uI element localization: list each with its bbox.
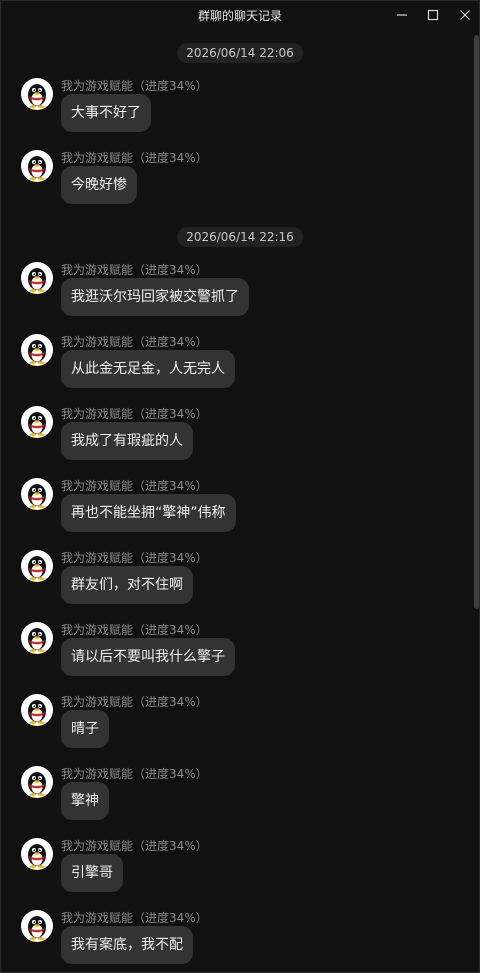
minimize-icon <box>397 14 407 16</box>
avatar[interactable] <box>21 910 53 942</box>
message-item: 我为游戏赋能（进度34%） 我有案底，我不配 <box>1 909 471 973</box>
penguin-avatar-icon <box>28 772 46 796</box>
avatar[interactable] <box>21 78 53 110</box>
sender-name: 我为游戏赋能（进度34%） <box>61 79 208 93</box>
message-item: 我为游戏赋能（进度34%） 群友们，对不住啊 <box>1 549 471 615</box>
message-bubble[interactable]: 我成了有瑕疵的人 <box>61 422 193 460</box>
message-item: 我为游戏赋能（进度34%） 再也不能坐拥“擎神”伟称 <box>1 477 471 543</box>
penguin-avatar-icon <box>28 268 46 292</box>
maximize-icon <box>427 9 439 21</box>
minimize-button[interactable] <box>391 5 413 25</box>
message-bubble[interactable]: 我逛沃尔玛回家被交警抓了 <box>61 278 249 316</box>
penguin-avatar-icon <box>28 412 46 436</box>
timestamp-divider: 2026/06/14 22:06 <box>177 43 303 63</box>
sender-name: 我为游戏赋能（进度34%） <box>61 479 208 493</box>
close-icon <box>460 10 470 20</box>
avatar[interactable] <box>21 766 53 798</box>
message-item: 我为游戏赋能（进度34%） 引擎哥 <box>1 837 471 903</box>
message-bubble[interactable]: 今晚好惨 <box>61 166 137 204</box>
vertical-scrollbar[interactable] <box>474 35 479 609</box>
message-bubble[interactable]: 我有案底，我不配 <box>61 926 193 964</box>
close-button[interactable] <box>454 5 476 25</box>
sender-name: 我为游戏赋能（进度34%） <box>61 151 208 165</box>
penguin-avatar-icon <box>28 556 46 580</box>
sender-name: 我为游戏赋能（进度34%） <box>61 839 208 853</box>
avatar[interactable] <box>21 334 53 366</box>
message-item: 我为游戏赋能（进度34%） 晴子 <box>1 693 471 759</box>
message-bubble[interactable]: 从此金无足金，人无完人 <box>61 350 235 388</box>
penguin-avatar-icon <box>28 84 46 108</box>
title-bar: 群聊的聊天记录 <box>1 1 479 31</box>
avatar[interactable] <box>21 694 53 726</box>
maximize-button[interactable] <box>422 5 444 25</box>
sender-name: 我为游戏赋能（进度34%） <box>61 695 208 709</box>
penguin-avatar-icon <box>28 484 46 508</box>
penguin-avatar-icon <box>28 916 46 940</box>
penguin-avatar-icon <box>28 628 46 652</box>
message-bubble[interactable]: 再也不能坐拥“擎神”伟称 <box>61 494 236 532</box>
sender-name: 我为游戏赋能（进度34%） <box>61 767 208 781</box>
message-bubble[interactable]: 引擎哥 <box>61 854 123 892</box>
avatar[interactable] <box>21 622 53 654</box>
sender-name: 我为游戏赋能（进度34%） <box>61 335 208 349</box>
chat-history-window: 群聊的聊天记录 2026/06/14 22:06 我为游戏赋能（进度34%） 大… <box>0 0 480 973</box>
message-item: 我为游戏赋能（进度34%） 从此金无足金，人无完人 <box>1 333 471 399</box>
message-bubble[interactable]: 请以后不要叫我什么擎子 <box>61 638 235 676</box>
penguin-avatar-icon <box>28 844 46 868</box>
avatar[interactable] <box>21 150 53 182</box>
timestamp-divider: 2026/06/14 22:16 <box>177 227 303 247</box>
sender-name: 我为游戏赋能（进度34%） <box>61 911 208 925</box>
message-bubble[interactable]: 群友们，对不住啊 <box>61 566 193 604</box>
message-item: 我为游戏赋能（进度34%） 我逛沃尔玛回家被交警抓了 <box>1 261 471 327</box>
message-bubble[interactable]: 擎神 <box>61 782 109 820</box>
avatar[interactable] <box>21 550 53 582</box>
penguin-avatar-icon <box>28 340 46 364</box>
message-bubble[interactable]: 大事不好了 <box>61 94 151 132</box>
avatar[interactable] <box>21 406 53 438</box>
message-item: 我为游戏赋能（进度34%） 今晚好惨 <box>1 149 471 215</box>
sender-name: 我为游戏赋能（进度34%） <box>61 263 208 277</box>
message-item: 我为游戏赋能（进度34%） 我成了有瑕疵的人 <box>1 405 471 471</box>
penguin-avatar-icon <box>28 156 46 180</box>
avatar[interactable] <box>21 838 53 870</box>
sender-name: 我为游戏赋能（进度34%） <box>61 407 208 421</box>
message-item: 我为游戏赋能（进度34%） 大事不好了 <box>1 77 471 143</box>
avatar[interactable] <box>21 478 53 510</box>
message-bubble[interactable]: 晴子 <box>61 710 109 748</box>
avatar[interactable] <box>21 262 53 294</box>
penguin-avatar-icon <box>28 700 46 724</box>
message-item: 我为游戏赋能（进度34%） 请以后不要叫我什么擎子 <box>1 621 471 687</box>
sender-name: 我为游戏赋能（进度34%） <box>61 623 208 637</box>
sender-name: 我为游戏赋能（进度34%） <box>61 551 208 565</box>
message-item: 我为游戏赋能（进度34%） 擎神 <box>1 765 471 831</box>
chat-message-list[interactable]: 2026/06/14 22:06 我为游戏赋能（进度34%） 大事不好了 我为游… <box>1 31 471 973</box>
